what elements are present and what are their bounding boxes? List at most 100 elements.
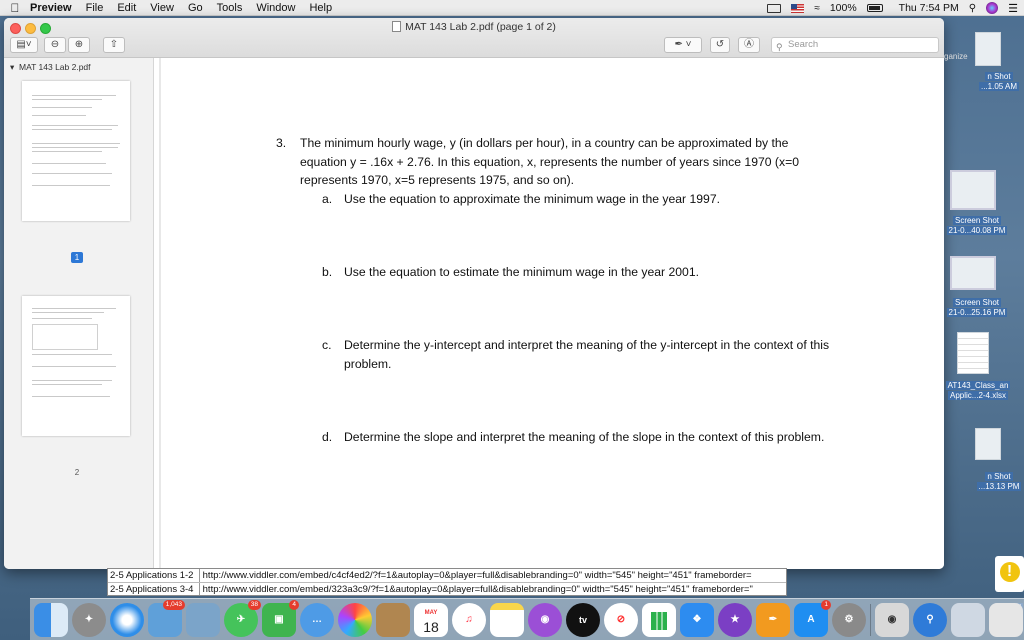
preview-search-icon[interactable]: ⚲ (913, 602, 947, 637)
desktop-file-thumb-3[interactable] (950, 256, 996, 290)
music-icon[interactable]: ♫ (452, 602, 486, 637)
desktop-file-thumb-5[interactable] (975, 428, 1001, 460)
sheet-row: 2-5 Applications 3-4 http://www.viddler.… (108, 583, 786, 595)
page-thumbnail-1[interactable] (22, 81, 130, 221)
window-toolbar: MAT 143 Lab 2.pdf (page 1 of 2) ▤˅ ⊖ ⊕ ⇧… (4, 18, 944, 58)
page-number-label-2[interactable]: 2 (71, 468, 83, 477)
podcasts-icon[interactable]: ◉ (528, 602, 562, 637)
keynote-icon[interactable]: ❖ (680, 602, 714, 637)
desktop-file-label-2[interactable]: Screen Shot 21-0...40.08 PM (942, 216, 1012, 236)
window-title-text: MAT 143 Lab 2.pdf (page 1 of 2) (405, 21, 556, 33)
news-icon[interactable]: ⊘ (604, 602, 638, 637)
sheet-cell-b[interactable]: http://www.viddler.com/embed/c4cf4ed2/?f… (203, 570, 752, 581)
photos-icon[interactable] (338, 602, 372, 637)
sidebar-toggle-button[interactable]: ▤˅ (10, 37, 38, 53)
mail-badge: 1,043 (162, 599, 185, 610)
desktop-file-label-5[interactable]: n Shot ...13.13 PM (976, 472, 1022, 492)
sidebar-document-title[interactable]: ▾ MAT 143 Lab 2.pdf (10, 62, 91, 73)
document-icon (392, 21, 402, 32)
spotlight-search-icon[interactable]: ⚲ (969, 3, 976, 14)
notification-center-icon[interactable]: ☰ (1008, 2, 1018, 15)
wifi-icon[interactable]: ≈ (814, 3, 820, 14)
desktop-file-thumb-1[interactable] (975, 32, 1001, 66)
question-text: The minimum hourly wage, y (in dollars p… (300, 136, 799, 187)
menu-help[interactable]: Help (309, 2, 332, 14)
page-number-badge-1[interactable]: 1 (71, 252, 83, 263)
imovie-icon[interactable]: ★ (718, 602, 752, 637)
battery-percent[interactable]: 100% (830, 2, 857, 14)
messages-icon[interactable]: ✈ 38 (224, 599, 261, 637)
notes-icon[interactable] (490, 602, 524, 637)
downloads-stack-icon[interactable] (989, 602, 1023, 637)
chat-icon[interactable]: … (300, 602, 334, 637)
facetime-icon[interactable]: ▣ 4 (262, 599, 299, 637)
part-d-text: Determine the slope and interpret the me… (344, 430, 825, 444)
desktop-file-label-3[interactable]: Screen Shot 21-0...25.16 PM (942, 298, 1012, 318)
search-field[interactable]: ⚲ Search (771, 37, 939, 53)
part-a-letter: a. (322, 192, 333, 206)
dock-separator (870, 603, 871, 636)
sheet-row: 2-5 Applications 1-2 http://www.viddler.… (108, 569, 786, 583)
sheet-cell-a[interactable]: 2-5 Applications 3-4 (110, 583, 200, 595)
part-b-letter: b. (322, 265, 333, 279)
sheet-cell-b[interactable]: http://www.viddler.com/embed/323a3c9/?f=… (203, 584, 753, 595)
page-thumbnail-2[interactable] (22, 296, 130, 436)
app-store-icon[interactable]: A1 (794, 599, 831, 637)
contacts-icon[interactable] (376, 602, 410, 637)
desktop-file-label-4[interactable]: AT143_Class_an Applic...2-4.xlsx (940, 381, 1016, 401)
calendar-month: MAY (424, 609, 438, 616)
calendar-icon[interactable]: MAY 18 (414, 602, 448, 637)
rotate-button[interactable]: ↺ (710, 37, 730, 53)
messages-badge: 38 (247, 599, 261, 610)
menu-app-name[interactable]: Preview (30, 2, 72, 14)
desktop-file-thumb-4[interactable] (957, 332, 989, 374)
desktop-warning-icon[interactable]: ! (995, 556, 1024, 592)
menu-go[interactable]: Go (188, 2, 203, 14)
menu-window[interactable]: Window (256, 2, 295, 14)
share-button[interactable]: ⇧ (103, 37, 125, 53)
system-preferences-icon[interactable]: ⚙ (832, 602, 866, 637)
numbers-icon[interactable] (642, 602, 676, 637)
apple-tv-icon[interactable]: tv (566, 602, 600, 637)
zoom-out-button[interactable]: ⊖ (44, 37, 66, 53)
part-c-text: Determine the y-intercept and interpret … (344, 338, 830, 371)
markup-pen-button[interactable]: ✒ ˅ (664, 37, 702, 53)
preview-app-icon[interactable] (951, 602, 985, 637)
preview-window: MAT 143 Lab 2.pdf (page 1 of 2) ▤˅ ⊖ ⊕ ⇧… (4, 18, 944, 569)
menu-view[interactable]: View (150, 2, 174, 14)
safari-icon[interactable] (110, 602, 144, 637)
page-number-1: 1 (74, 253, 80, 262)
menu-tools[interactable]: Tools (217, 2, 243, 14)
image-capture-icon[interactable]: ◉ (875, 602, 909, 637)
airplay-icon[interactable] (767, 3, 782, 13)
menu-edit[interactable]: Edit (117, 2, 136, 14)
finder-icon[interactable] (34, 602, 68, 637)
menu-file[interactable]: File (86, 2, 104, 14)
window-title: MAT 143 Lab 2.pdf (page 1 of 2) (4, 21, 944, 33)
page-number-2: 2 (74, 468, 80, 477)
zoom-in-button[interactable]: ⊕ (68, 37, 90, 53)
sheet-cell-a[interactable]: 2-5 Applications 1-2 (110, 569, 200, 582)
input-source-flag-icon[interactable] (791, 3, 805, 13)
spreadsheet-window-fragment[interactable]: 2-5 Applications 1-2 http://www.viddler.… (107, 568, 787, 596)
desktop-file-label-1[interactable]: n Shot ...1.05 AM (976, 72, 1022, 92)
battery-icon[interactable] (866, 4, 883, 12)
pages-icon[interactable]: ✒ (756, 602, 790, 637)
siri-icon[interactable] (986, 2, 999, 14)
markup-toolbar-button[interactable]: Ⓐ (738, 37, 760, 53)
part-c: c. Determine the y-intercept and interpr… (322, 336, 842, 373)
apple-tv-label: tv (578, 614, 587, 625)
menu-clock[interactable]: Thu 7:54 PM (899, 2, 959, 14)
part-c-letter: c. (322, 338, 332, 352)
facetime-badge: 4 (289, 599, 299, 610)
page-gutter (159, 58, 161, 569)
photos-folder-icon[interactable] (186, 602, 220, 637)
part-b: b. Use the equation to estimate the mini… (322, 263, 842, 282)
apple-menu-icon[interactable]:  (0, 1, 30, 15)
launchpad-icon[interactable]: ✦ (72, 602, 106, 637)
desktop-organize-fragment[interactable]: ganize (944, 52, 968, 61)
desktop-file-thumb-2[interactable] (950, 170, 996, 210)
mail-icon[interactable]: 1,043 (148, 599, 185, 637)
part-a-text: Use the equation to approximate the mini… (344, 192, 720, 206)
menu-bar:  Preview File Edit View Go Tools Window… (0, 0, 1024, 16)
